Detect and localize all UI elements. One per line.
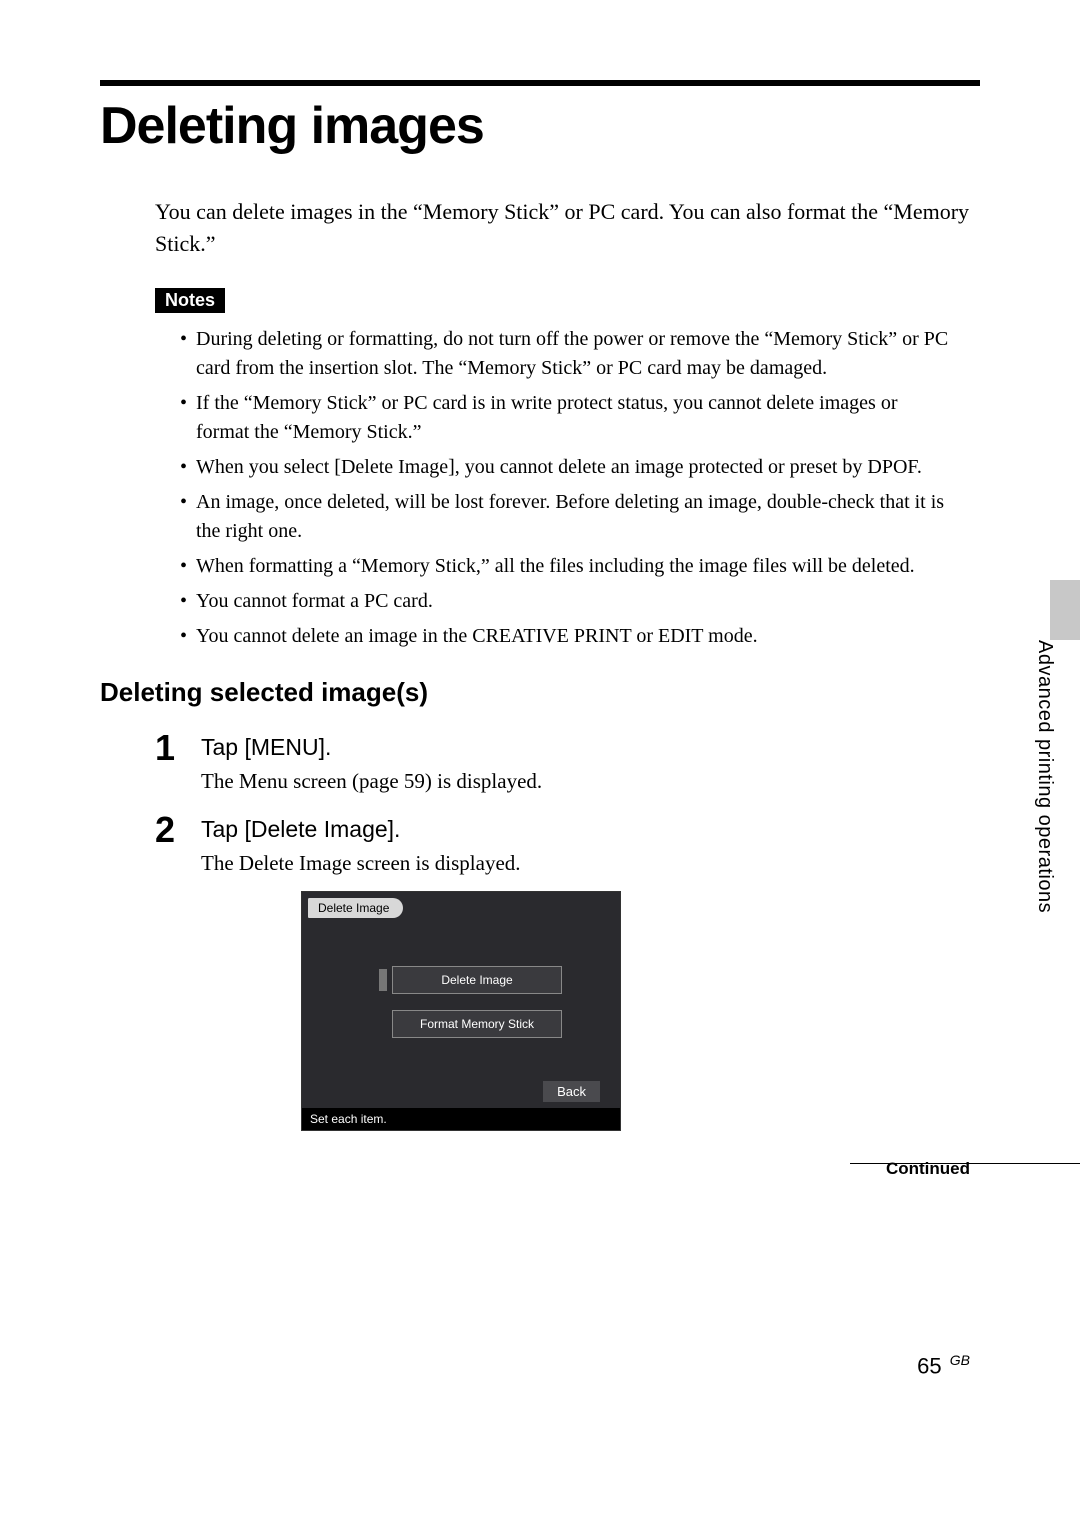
section-subhead: Deleting selected image(s) — [100, 677, 980, 708]
step-number: 2 — [155, 812, 201, 848]
format-memory-stick-option: Format Memory Stick — [392, 1010, 562, 1038]
screenshot-status: Set each item. — [302, 1108, 620, 1130]
top-rule — [100, 80, 980, 86]
section-side-label: Advanced printing operations — [1033, 640, 1056, 913]
note-item: You cannot delete an image in the CREATI… — [180, 622, 950, 651]
region-code: GB — [950, 1352, 970, 1368]
continued-label: Continued — [886, 1159, 970, 1179]
side-tab-marker — [1050, 580, 1080, 640]
page-number: 65 GB — [917, 1352, 970, 1379]
note-item: You cannot format a PC card. — [180, 587, 950, 616]
note-item: When formatting a “Memory Stick,” all th… — [180, 552, 950, 581]
step-title: Tap [Delete Image]. — [201, 816, 980, 843]
step-2: 2 Tap [Delete Image]. The Delete Image s… — [155, 812, 980, 1130]
screenshot-tab-label: Delete Image — [308, 898, 403, 918]
page-title: Deleting images — [100, 96, 980, 156]
note-item: An image, once deleted, will be lost for… — [180, 488, 950, 546]
notes-label: Notes — [155, 288, 225, 313]
page-number-value: 65 — [917, 1353, 941, 1378]
notes-list: During deleting or formatting, do not tu… — [180, 325, 950, 651]
note-item: During deleting or formatting, do not tu… — [180, 325, 950, 383]
step-desc: The Menu screen (page 59) is displayed. — [201, 767, 980, 796]
step-1: 1 Tap [MENU]. The Menu screen (page 59) … — [155, 730, 980, 796]
step-number: 1 — [155, 730, 201, 766]
delete-image-option: Delete Image — [392, 966, 562, 994]
intro-paragraph: You can delete images in the “Memory Sti… — [155, 196, 980, 260]
note-item: When you select [Delete Image], you cann… — [180, 453, 950, 482]
note-item: If the “Memory Stick” or PC card is in w… — [180, 389, 950, 447]
step-desc: The Delete Image screen is displayed. — [201, 849, 980, 878]
back-button-label: Back — [543, 1081, 600, 1102]
step-title: Tap [MENU]. — [201, 734, 980, 761]
delete-image-screenshot: Delete Image Delete Image Format Memory … — [301, 891, 621, 1131]
